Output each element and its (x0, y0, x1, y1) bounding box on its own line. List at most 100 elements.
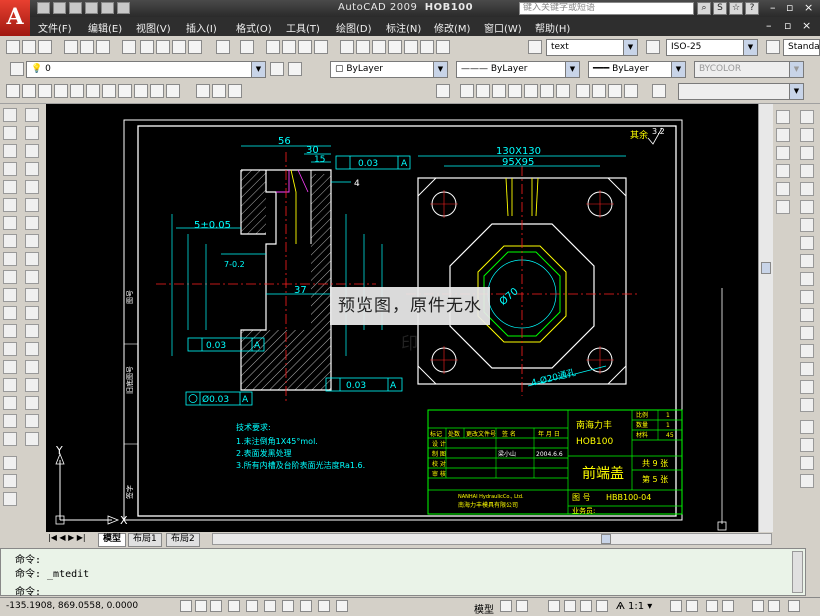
scale-icon[interactable] (800, 236, 814, 250)
annotation-visibility-icon[interactable] (670, 600, 682, 612)
ellipse-arc-icon[interactable] (3, 288, 17, 302)
steering-wheel-icon[interactable] (580, 600, 592, 612)
draworder-above-icon[interactable] (800, 456, 814, 470)
ordinate-dim-icon[interactable] (25, 162, 39, 176)
help-toolbar-icon[interactable] (436, 40, 450, 54)
stretch-icon[interactable] (800, 254, 814, 268)
intersect-icon[interactable] (212, 84, 226, 98)
grid-toggle-icon[interactable] (195, 600, 207, 612)
open-file-icon[interactable] (22, 40, 36, 54)
radius-dim-icon[interactable] (25, 180, 39, 194)
polar-toggle-icon[interactable] (228, 600, 240, 612)
diameter-dim-icon[interactable] (25, 216, 39, 230)
dim-style-select[interactable]: ISO-25 ▼ (666, 39, 758, 56)
qp-toggle-icon[interactable] (336, 600, 348, 612)
point-icon[interactable] (3, 342, 17, 356)
spline-icon[interactable] (3, 252, 17, 266)
doc-close-icon[interactable]: × (802, 19, 811, 32)
erase-icon[interactable] (800, 110, 814, 124)
center-mark-icon[interactable] (25, 360, 39, 374)
minimize-icon[interactable]: – (770, 1, 776, 14)
linear-dim-icon[interactable] (25, 108, 39, 122)
subtract-icon[interactable] (228, 84, 242, 98)
tab-nav-arrows[interactable]: |◀ ◀ ▶ ▶| (48, 533, 86, 542)
modify-icon-2[interactable] (776, 128, 790, 142)
draw-polyline-icon[interactable] (3, 144, 17, 158)
save-file-icon[interactable] (38, 40, 52, 54)
dyn-toggle-icon[interactable] (300, 600, 312, 612)
search-icon[interactable]: ⌕ (697, 2, 711, 15)
text-style-icon[interactable] (528, 40, 542, 54)
color-select[interactable]: ▢ ByLayer ▼ (330, 61, 448, 78)
save-icon[interactable] (69, 2, 82, 14)
join-icon[interactable] (800, 344, 814, 358)
draworder-below-icon[interactable] (800, 474, 814, 488)
menu-file[interactable]: 文件(F) (38, 20, 72, 35)
polygon-icon[interactable] (38, 84, 52, 98)
paste-icon[interactable] (156, 40, 170, 54)
tab-model[interactable]: 模型 (98, 533, 127, 547)
ellipse-side-icon[interactable] (3, 270, 17, 284)
design-center-icon[interactable] (356, 40, 370, 54)
hscroll-thumb[interactable] (601, 534, 611, 544)
region-side-icon[interactable] (3, 396, 17, 410)
arc-length-icon[interactable] (25, 144, 39, 158)
dim-text-edit-icon[interactable] (25, 432, 39, 446)
jogged-dim-icon[interactable] (25, 198, 39, 212)
block-editor-icon[interactable] (188, 40, 202, 54)
snap-toggle-icon[interactable] (180, 600, 192, 612)
box-icon[interactable] (460, 84, 474, 98)
pyramid-icon[interactable] (556, 84, 570, 98)
table-style-icon[interactable] (766, 40, 780, 54)
ortho-toggle-icon[interactable] (210, 600, 222, 612)
pan-side-icon[interactable] (3, 492, 17, 506)
line-icon[interactable] (6, 84, 20, 98)
menu-window[interactable]: 窗口(W) (484, 20, 522, 35)
torus-icon[interactable] (540, 84, 554, 98)
visual-style-select[interactable]: ▼ (678, 83, 804, 100)
menu-view[interactable]: 视图(V) (136, 20, 171, 35)
ellipse-icon[interactable] (70, 84, 84, 98)
command-window[interactable]: 命令: 命令: _mtedit 命令: (0, 548, 806, 598)
command-prompt[interactable]: 命令: (15, 583, 41, 598)
linetype-select[interactable]: ——— ByLayer ▼ (456, 61, 580, 78)
quick-view-layouts-icon[interactable] (500, 600, 512, 612)
chamfer-icon[interactable] (800, 362, 814, 376)
tool-palettes-icon[interactable] (372, 40, 386, 54)
cut-icon[interactable] (122, 40, 136, 54)
modify-icon-1[interactable] (776, 110, 790, 124)
undo-toolbar-icon[interactable] (216, 40, 230, 54)
properties-icon[interactable] (340, 40, 354, 54)
wedge-icon[interactable] (476, 84, 490, 98)
application-logo[interactable]: A (0, 0, 30, 36)
print-icon[interactable] (85, 2, 98, 14)
fillet-icon[interactable] (800, 380, 814, 394)
modify-icon-3[interactable] (776, 146, 790, 160)
materials-icon[interactable] (652, 84, 666, 98)
conceptual-icon[interactable] (608, 84, 622, 98)
menu-help[interactable]: 帮助(H) (535, 20, 570, 35)
ducs-toggle-icon[interactable] (282, 600, 294, 612)
menu-dimension[interactable]: 标注(N) (386, 20, 421, 35)
realistic-icon[interactable] (592, 84, 606, 98)
union-icon[interactable] (196, 84, 210, 98)
gradient-icon[interactable] (3, 378, 17, 392)
hatch-icon[interactable] (3, 360, 17, 374)
markup-icon[interactable] (404, 40, 418, 54)
break-icon[interactable] (800, 326, 814, 340)
dim-break-icon[interactable] (25, 324, 39, 338)
copy-object-icon[interactable] (800, 128, 814, 142)
tray-settings-icon[interactable] (752, 600, 764, 612)
table-style-select[interactable]: Standar (783, 39, 820, 56)
modify-icon-6[interactable] (776, 200, 790, 214)
zoom-previous-icon[interactable] (314, 40, 328, 54)
plot-preview-icon[interactable] (80, 40, 94, 54)
render-icon[interactable] (624, 84, 638, 98)
layer-select[interactable]: 💡 0 ▼ (26, 61, 266, 78)
zoom-window-icon[interactable] (298, 40, 312, 54)
menu-modify[interactable]: 修改(M) (434, 20, 470, 35)
redo-icon[interactable] (117, 2, 130, 14)
draw-line-icon[interactable] (3, 108, 17, 122)
offset-icon[interactable] (800, 164, 814, 178)
help-icon[interactable]: ? (745, 2, 759, 15)
